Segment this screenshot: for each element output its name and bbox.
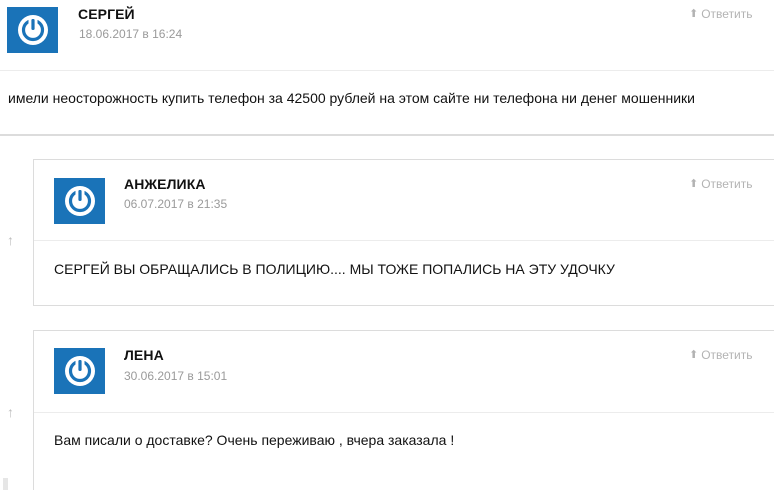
power-icon bbox=[17, 15, 48, 45]
comments-page: СЕРГЕЙ 18.06.2017 в 16:24 ⬆ Ответить име… bbox=[0, 0, 774, 490]
comment-author: АНЖЕЛИКА bbox=[124, 176, 206, 192]
avatar bbox=[7, 7, 58, 53]
divider bbox=[0, 134, 774, 136]
reply-label: Ответить bbox=[701, 7, 753, 21]
reply-button[interactable]: ⬆ Ответить bbox=[689, 7, 753, 21]
comment-author: ЛЕНА bbox=[124, 347, 164, 363]
arrow-up-icon[interactable]: ↑ bbox=[7, 404, 14, 420]
reply-label: Ответить bbox=[701, 177, 753, 191]
comment-date: 06.07.2017 в 21:35 bbox=[124, 197, 228, 211]
reply-button[interactable]: ⬆ Ответить bbox=[689, 177, 753, 191]
divider bbox=[0, 70, 774, 71]
comment-date: 30.06.2017 в 15:01 bbox=[124, 369, 228, 383]
arrow-up-icon: ⬆ bbox=[689, 348, 699, 361]
scroll-edge bbox=[3, 478, 8, 490]
reply-comment: ЛЕНА 30.06.2017 в 15:01 ⬆ Ответить Вам п… bbox=[33, 330, 774, 490]
comment-text: имели неосторожность купить телефон за 4… bbox=[8, 90, 695, 106]
reply-label: Ответить bbox=[701, 348, 753, 362]
power-icon bbox=[64, 186, 95, 216]
avatar bbox=[54, 348, 105, 394]
comment-date: 18.06.2017 в 16:24 bbox=[79, 27, 183, 41]
arrow-up-icon: ⬆ bbox=[689, 7, 699, 20]
reply-comment: АНЖЕЛИКА 06.07.2017 в 21:35 ⬆ Ответить С… bbox=[33, 159, 774, 306]
comment-text: СЕРГЕЙ ВЫ ОБРАЩАЛИСЬ В ПОЛИЦИЮ.... МЫ ТО… bbox=[54, 261, 615, 277]
comment-text: Вам писали о доставке? Очень переживаю ,… bbox=[54, 432, 455, 448]
arrow-up-icon[interactable]: ↑ bbox=[7, 232, 14, 248]
power-icon bbox=[64, 356, 95, 386]
reply-button[interactable]: ⬆ Ответить bbox=[689, 348, 753, 362]
divider bbox=[34, 412, 774, 413]
avatar bbox=[54, 178, 105, 224]
comment-author: СЕРГЕЙ bbox=[78, 6, 135, 22]
divider bbox=[34, 240, 774, 241]
arrow-up-icon: ⬆ bbox=[689, 177, 699, 190]
